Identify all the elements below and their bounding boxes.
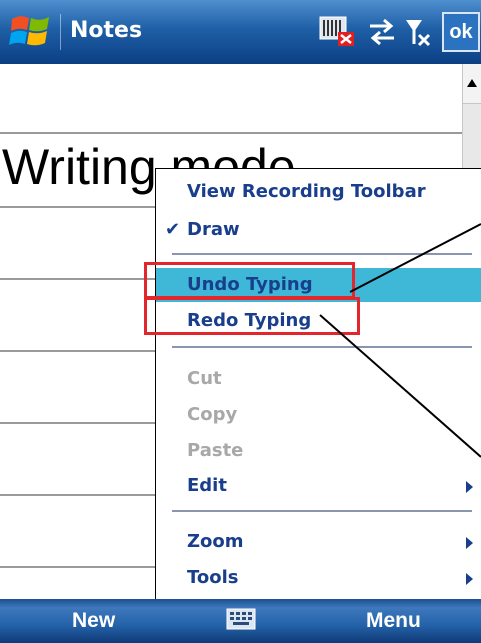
new-softkey[interactable]: New — [72, 609, 115, 633]
undo-leader-line — [349, 223, 481, 293]
callout-leader-lines — [319, 223, 481, 458]
menu-softkey[interactable]: Menu — [366, 609, 421, 633]
sip-keyboard-icon[interactable] — [226, 608, 256, 630]
softkey-bar: New Menu — [0, 599, 481, 643]
redo-leader-line — [319, 314, 481, 458]
